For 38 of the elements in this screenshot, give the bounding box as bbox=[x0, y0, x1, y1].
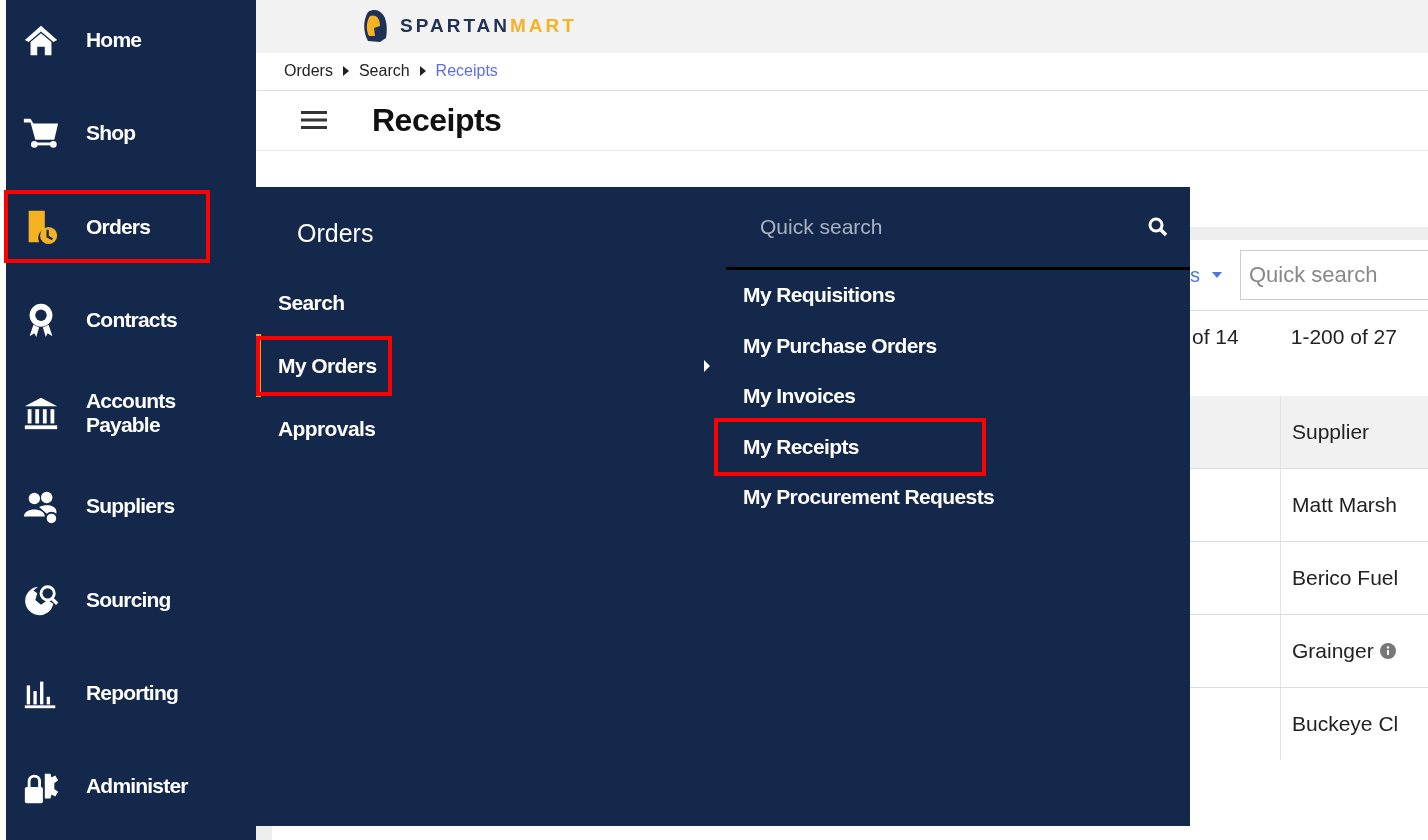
search-icon[interactable] bbox=[1148, 217, 1168, 237]
caret-icon bbox=[419, 66, 426, 77]
dropdown-link[interactable]: s bbox=[1190, 263, 1200, 287]
sidebar-item[interactable]: Orders bbox=[4, 189, 210, 264]
sidebar-item[interactable]: Home bbox=[6, 3, 210, 77]
page-title: Receipts bbox=[372, 101, 502, 139]
menu-item[interactable]: Approvals bbox=[260, 402, 388, 455]
page-count: of 14 bbox=[1192, 325, 1239, 349]
menu-item[interactable]: My Procurement Requests bbox=[726, 472, 995, 523]
result-range: 1-200 of 27 bbox=[1290, 325, 1397, 349]
column-header[interactable]: Supplier bbox=[1281, 396, 1370, 468]
sidebar-item[interactable]: Shop bbox=[6, 96, 210, 171]
breadcrumb-link[interactable]: Search bbox=[358, 62, 410, 81]
sidebar-item[interactable]: Suppliers bbox=[6, 469, 210, 544]
info-icon[interactable] bbox=[1379, 643, 1396, 659]
table-cell: Buckeye Cl bbox=[1292, 712, 1399, 736]
search-field[interactable]: Quick search bbox=[1240, 250, 1428, 300]
sidebar-item[interactable]: Sourcing bbox=[6, 562, 210, 637]
caret-icon bbox=[704, 359, 710, 372]
table-cell: Berico Fuel bbox=[1292, 566, 1399, 590]
sidebar-item[interactable]: Reporting bbox=[6, 656, 210, 731]
breadcrumb-link[interactable]: Receipts bbox=[435, 62, 498, 81]
menu-item[interactable]: Search bbox=[260, 276, 357, 329]
menu-item[interactable]: My Purchase Orders bbox=[726, 320, 937, 371]
logo-text: SPARTAN MART bbox=[400, 15, 577, 38]
sidebar-item[interactable]: Accounts Payable bbox=[6, 376, 210, 451]
table-cell: Grainger bbox=[1292, 639, 1374, 663]
breadcrumb-link[interactable]: Orders bbox=[284, 62, 333, 81]
sidebar-item[interactable]: Administer bbox=[6, 749, 210, 824]
menu-item[interactable]: My Requisitions bbox=[726, 270, 896, 321]
menu-icon[interactable] bbox=[300, 110, 328, 131]
table-cell: Matt Marsh bbox=[1292, 493, 1398, 517]
caret-icon bbox=[1212, 272, 1222, 278]
menu-item[interactable]: My Invoices bbox=[726, 371, 856, 422]
menu-heading: Orders bbox=[296, 219, 375, 249]
sidebar-item[interactable]: Contracts bbox=[6, 283, 210, 357]
caret-icon bbox=[342, 66, 349, 77]
search-field[interactable]: Quick search bbox=[758, 214, 1148, 240]
